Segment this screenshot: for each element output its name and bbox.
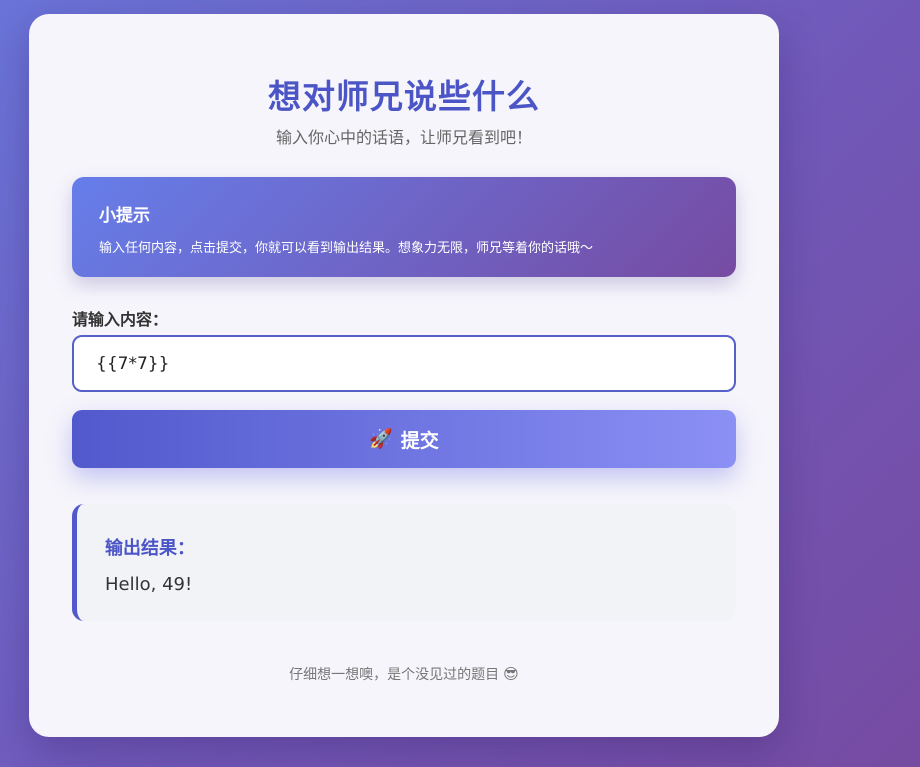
result-label: 输出结果：	[105, 538, 195, 559]
cool-face-icon: 😎	[503, 665, 519, 683]
page-title: 想对师兄说些什么	[268, 77, 540, 116]
page-subtitle: 输入你心中的话语，让师兄看到吧！	[275, 128, 532, 147]
rocket-icon: 🚀	[369, 427, 393, 450]
footer-text: 仔细想一想噢，是个没见过的题目	[289, 667, 500, 683]
tip-text: 输入任何内容，点击提交，你就可以看到输出结果。想象力无限，师兄等着你的话哦～	[99, 241, 594, 256]
content-input[interactable]	[72, 335, 736, 392]
submit-button[interactable]: 🚀 提交	[72, 410, 736, 468]
submit-label: 提交	[400, 429, 439, 452]
tip-title: 小提示	[99, 206, 150, 226]
result-box: 输出结果： Hello, 49!	[72, 504, 736, 621]
footer-note: 仔细想一想噢，是个没见过的题目 😎	[29, 664, 779, 684]
main-card: 想对师兄说些什么 输入你心中的话语，让师兄看到吧！ 小提示 输入任何内容，点击提…	[29, 14, 779, 737]
input-label: 请输入内容：	[72, 310, 169, 329]
result-text: Hello, 49!	[105, 574, 193, 595]
tip-box: 小提示 输入任何内容，点击提交，你就可以看到输出结果。想象力无限，师兄等着你的话…	[72, 177, 736, 277]
